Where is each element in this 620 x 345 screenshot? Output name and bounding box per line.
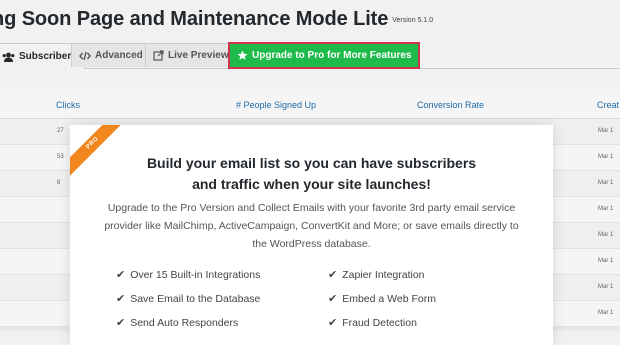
check-icon: ✔ (328, 269, 338, 281)
tab-label: Live Preview (168, 50, 229, 61)
feature-item: ✔ Fraud Detection (328, 316, 417, 330)
users-icon (2, 52, 15, 62)
tab-live-preview[interactable]: Live Preview (145, 43, 237, 67)
code-icon (79, 51, 91, 61)
check-icon: ✔ (116, 293, 126, 305)
feature-label: Send Auto Responders (130, 316, 239, 329)
page-title-row: ng Soon Page and Maintenance Mode Lite Ve… (0, 8, 433, 31)
tab-label: Subscribers (19, 51, 77, 62)
tab-upgrade-pro[interactable]: Upgrade to Pro for More Features (228, 42, 421, 69)
modal-heading-line2: and traffic when your site launches! (192, 176, 431, 192)
feature-label: Save Email to the Database (130, 292, 261, 305)
modal-heading-line1: Build your email list so you can have su… (146, 155, 477, 171)
tab-label: Advanced (95, 50, 143, 61)
feature-item: ✔ Zapier Integration (328, 268, 425, 282)
feature-item: ✔ Send Auto Responders (116, 316, 239, 330)
upgrade-modal: PRO Build your email list so you can hav… (70, 125, 553, 345)
check-icon: ✔ (328, 293, 338, 305)
check-icon: ✔ (116, 317, 126, 329)
modal-heading: Build your email list so you can have su… (70, 153, 553, 195)
tab-advanced[interactable]: Advanced (71, 43, 151, 67)
version-label: Version 5.1.0 (392, 17, 434, 24)
tab-bar: Subscribers Advanced Live Preview Upgrad… (0, 42, 620, 69)
tab-label: Upgrade to Pro for More Features (252, 50, 412, 61)
check-icon: ✔ (328, 317, 338, 329)
external-link-icon (153, 50, 164, 61)
feature-label: Over 15 Built-in Integrations (130, 268, 261, 281)
modal-description: Upgrade to the Pro Version and Collect E… (104, 202, 519, 250)
feature-item: ✔ Over 15 Built-in Integrations (116, 268, 261, 282)
page-title: ng Soon Page and Maintenance Mode Lite (0, 8, 389, 30)
feature-item: ✔ Save Email to the Database (116, 292, 261, 306)
feature-label: Embed a Web Form (342, 292, 436, 305)
feature-label: Fraud Detection (342, 316, 417, 329)
feature-item: ✔ Embed a Web Form (328, 292, 436, 306)
feature-label: Zapier Integration (342, 268, 425, 281)
star-icon (237, 50, 248, 61)
check-icon: ✔ (116, 269, 126, 281)
